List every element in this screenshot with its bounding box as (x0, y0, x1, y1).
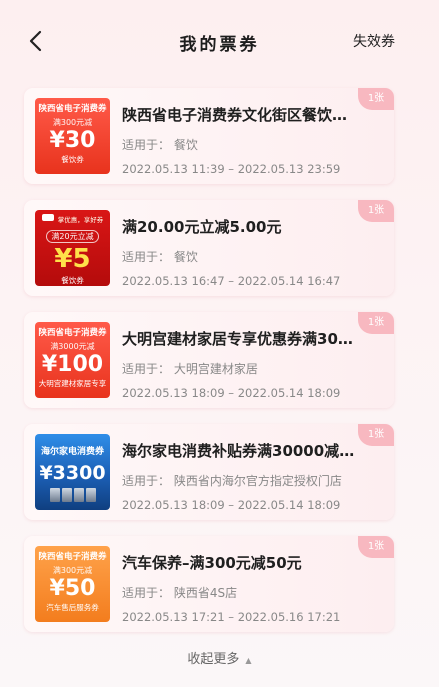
thumb-footer: 餐饮券 (61, 276, 84, 285)
voucher-validity: 2022.05.13 18:09 – 2022.05.14 18:09 (122, 498, 341, 512)
header-bar: 我的票券 失效券 (0, 0, 439, 82)
thumb-brand-row: 掌优惠，享好券 (35, 210, 110, 224)
voucher-info: 陕西省电子消费券文化街区餐饮满300元减30元 适用于： 餐饮 2022.05.… (122, 104, 367, 176)
voucher-scope: 适用于： 陕西省4S店 (122, 586, 238, 600)
voucher-title: 陕西省电子消费券文化街区餐饮满300元减30元 (122, 106, 362, 124)
thumb-amount: ¥100 (41, 352, 104, 377)
voucher-scope: 适用于： 大明宫建材家居 (122, 362, 258, 376)
thumb-condition: 满300元减 (52, 566, 93, 575)
voucher-title: 海尔家电消费补贴券满30000减3300元 (122, 442, 362, 460)
thumb-condition: 满3000元减 (50, 342, 95, 351)
voucher-info: 大明宫建材家居专享优惠券满3000元减100元 适用于： 大明宫建材家居 202… (122, 328, 367, 400)
voucher-card[interactable]: 1张 海尔家电消费券 ¥3300 海尔家电消费补贴券满30000减3300元 适… (24, 424, 394, 520)
voucher-list: 1张 陕西省电子消费券 满300元减 ¥30 餐饮券 陕西省电子消费券文化街区餐… (24, 88, 394, 648)
thumb-amount: ¥3300 (39, 462, 106, 484)
voucher-thumbnail: 陕西省电子消费券 满3000元减 ¥100 大明宫建材家居专享 (35, 322, 110, 398)
expired-vouchers-link[interactable]: 失效券 (353, 31, 395, 51)
voucher-validity: 2022.05.13 17:21 – 2022.05.16 17:21 (122, 610, 341, 624)
voucher-card[interactable]: 1张 陕西省电子消费券 满300元减 ¥30 餐饮券 陕西省电子消费券文化街区餐… (24, 88, 394, 184)
thumb-condition: 满300元减 (52, 118, 93, 127)
thumb-heading: 掌优惠，享好券 (57, 216, 104, 224)
thumb-footer: 餐饮券 (61, 155, 84, 164)
caret-up-icon: ▲ (245, 656, 252, 665)
voucher-info: 满20.00元立减5.00元 适用于： 餐饮 2022.05.13 16:47 … (122, 216, 367, 288)
voucher-card[interactable]: 1张 陕西省电子消费券 满300元减 ¥50 汽车售后服务券 汽车保养–满300… (24, 536, 394, 632)
voucher-thumbnail: 陕西省电子消费券 满300元减 ¥30 餐饮券 (35, 98, 110, 174)
thumb-heading: 陕西省电子消费券 (38, 104, 107, 114)
voucher-thumbnail: 海尔家电消费券 ¥3300 (35, 434, 110, 510)
voucher-scope: 适用于： 餐饮 (122, 250, 198, 264)
thumb-amount: ¥5 (54, 244, 91, 274)
voucher-scope: 适用于： 陕西省内海尔官方指定授权门店 (122, 474, 342, 488)
voucher-thumbnail: 掌优惠，享好券 满20元立减 ¥5 餐饮券 (35, 210, 110, 286)
thumb-heading: 海尔家电消费券 (40, 447, 104, 457)
thumb-footer: 大明宫建材家居专享 (38, 379, 107, 388)
voucher-validity: 2022.05.13 18:09 – 2022.05.14 18:09 (122, 386, 341, 400)
voucher-title: 大明宫建材家居专享优惠券满3000元减100元 (122, 330, 362, 348)
voucher-card[interactable]: 1张 陕西省电子消费券 满3000元减 ¥100 大明宫建材家居专享 大明宫建材… (24, 312, 394, 408)
voucher-validity: 2022.05.13 11:39 – 2022.05.13 23:59 (122, 162, 341, 176)
thumb-heading: 陕西省电子消费券 (38, 552, 107, 562)
collapse-more-label: 收起更多 (187, 652, 240, 667)
collapse-more-button[interactable]: 收起更多 ▲ (0, 648, 439, 667)
thumb-footer: 汽车售后服务券 (46, 603, 99, 612)
thumb-amount: ¥30 (49, 128, 96, 153)
thumb-heading: 陕西省电子消费券 (38, 328, 107, 338)
voucher-title: 满20.00元立减5.00元 (122, 218, 282, 236)
voucher-scope: 适用于： 餐饮 (122, 138, 198, 152)
appliance-illustration (35, 488, 110, 502)
voucher-validity: 2022.05.13 16:47 – 2022.05.14 16:47 (122, 274, 341, 288)
voucher-title: 汽车保养–满300元减50元 (122, 554, 302, 572)
thumb-amount: ¥50 (49, 576, 96, 601)
thumb-condition: 满20元立减 (46, 230, 99, 243)
voucher-info: 汽车保养–满300元减50元 适用于： 陕西省4S店 2022.05.13 17… (122, 552, 367, 624)
voucher-info: 海尔家电消费补贴券满30000减3300元 适用于： 陕西省内海尔官方指定授权门… (122, 440, 367, 512)
voucher-card[interactable]: 1张 掌优惠，享好券 满20元立减 ¥5 餐饮券 满20.00元立减5.00元 … (24, 200, 394, 296)
bank-logo-icon (41, 214, 54, 221)
voucher-thumbnail: 陕西省电子消费券 满300元减 ¥50 汽车售后服务券 (35, 546, 110, 622)
